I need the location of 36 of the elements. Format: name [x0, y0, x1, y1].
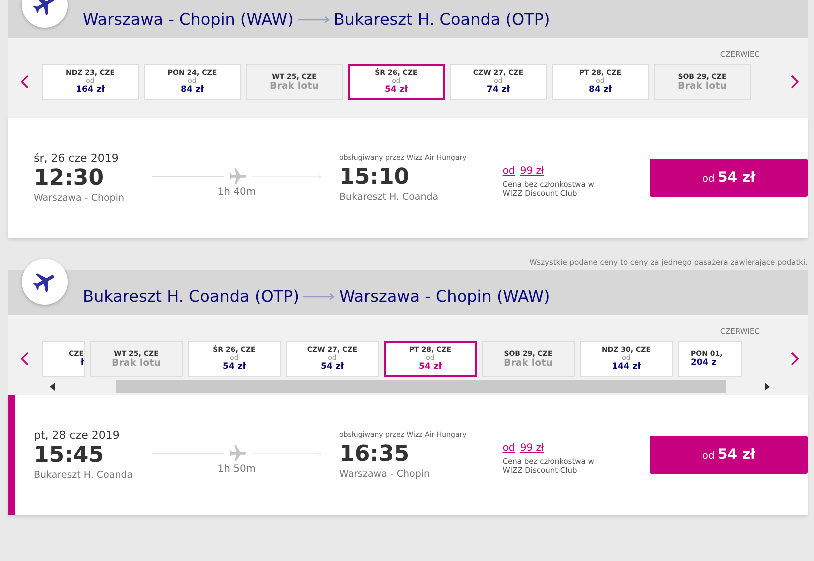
plane-icon: [228, 166, 248, 186]
departure-time: 12:30: [34, 165, 106, 193]
arrival-time: 15:10: [340, 164, 411, 192]
select-fare-button[interactable]: od 54 zł: [650, 436, 808, 474]
arrow-line-icon: [252, 450, 322, 458]
origin-airport: Bukareszt H. Coanda (OTP): [83, 287, 300, 306]
flight-duration: 1h 50m: [218, 464, 256, 474]
arrival-city: Bukareszt H. Coanda: [340, 192, 440, 202]
club-from-link[interactable]: od: [502, 442, 516, 454]
next-icon[interactable]: [790, 351, 800, 367]
club-price-link[interactable]: 99 zł: [520, 166, 544, 176]
scrollbar[interactable]: [50, 380, 770, 393]
arrival-city: Warszawa - Chopin: [340, 468, 432, 480]
scroll-left-icon[interactable]: [50, 382, 56, 390]
flight-duration: 1h 40m: [218, 186, 256, 198]
arrow-line-icon: [252, 172, 322, 180]
arrow-icon: [296, 16, 331, 24]
plane-badge-icon: [22, 259, 68, 305]
club-price-link[interactable]: 99 zł: [520, 442, 544, 454]
departure-time: 15:45: [34, 442, 106, 470]
plane-icon: [228, 444, 248, 464]
previous-icon[interactable]: [20, 351, 30, 367]
origin-airport: Warszawa - Chopin (WAW): [83, 10, 294, 29]
arrival-time: 16:35: [340, 440, 411, 468]
club-from-link[interactable]: od: [502, 166, 516, 176]
arrow-icon: [302, 292, 336, 300]
flight-date: śr, 26 cze 2019: [34, 152, 120, 165]
destination-airport: Bukareszt H. Coanda (OTP): [334, 10, 550, 29]
departure-city: Bukareszt H. Coanda: [34, 470, 134, 481]
next-icon[interactable]: [790, 74, 800, 90]
departure-city: Warszawa - Chopin: [34, 193, 126, 204]
scroll-right-icon[interactable]: [764, 382, 770, 390]
destination-airport: Warszawa - Chopin (WAW): [339, 287, 550, 306]
select-fare-button[interactable]: od 54 zł: [650, 159, 808, 197]
previous-icon[interactable]: [20, 74, 30, 90]
flight-date: pt, 28 cze 2019: [34, 429, 121, 442]
